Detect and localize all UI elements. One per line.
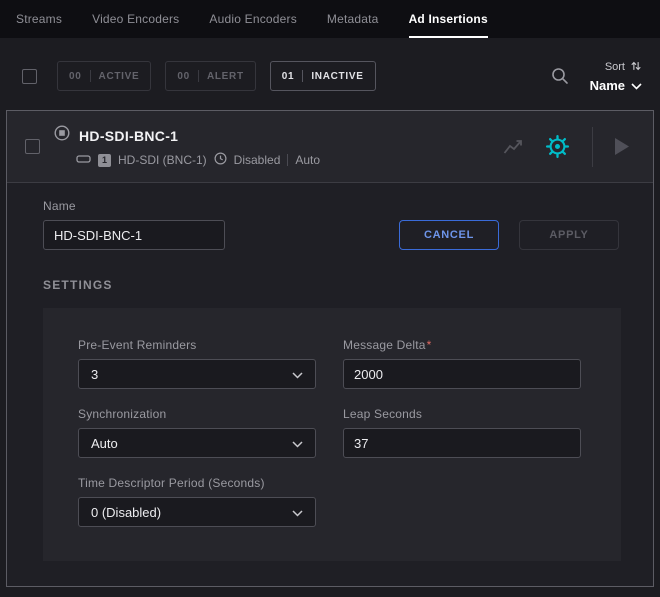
filter-divider [198,70,199,82]
settings-heading: SETTINGS [43,278,619,292]
toolbar-right: Sort Name [550,60,642,93]
filter-alert-count: 00 [177,71,190,82]
chevron-down-icon [292,436,303,451]
pre-event-reminders-label: Pre-Event Reminders [78,338,316,352]
time-descriptor-period-label: Time Descriptor Period (Seconds) [78,476,316,490]
tab-ad-insertions[interactable]: Ad Insertions [409,0,488,38]
tab-audio-encoders[interactable]: Audio Encoders [209,0,297,38]
port-count-badge: 1 [98,154,111,167]
filter-divider [302,70,303,82]
filter-divider [90,70,91,82]
stream-interface: HD-SDI (BNC-1) [118,153,207,167]
time-descriptor-period-field: Time Descriptor Period (Seconds) 0 (Disa… [78,476,316,527]
gear-icon[interactable] [545,134,570,159]
search-icon[interactable] [550,66,570,86]
message-delta-input[interactable] [343,359,581,389]
stream-status: Disabled [234,153,281,167]
filter-inactive-button[interactable]: 01 INACTIVE [270,61,376,91]
stream-card-body: Name CANCEL APPLY SETTINGS Pre-Event Rem… [7,183,653,561]
stream-card-header: HD-SDI-BNC-1 1 HD-SDI (BNC-1) [7,111,653,183]
leap-seconds-field: Leap Seconds [343,407,581,458]
filter-active-label: ACTIVE [99,71,140,82]
leap-seconds-label: Leap Seconds [343,407,581,421]
name-label: Name [43,199,225,213]
tab-streams[interactable]: Streams [16,0,62,38]
chevron-down-icon [292,367,303,382]
pre-event-reminders-select[interactable]: 3 [78,359,316,389]
synchronization-select[interactable]: Auto [78,428,316,458]
synchronization-label: Synchronization [78,407,316,421]
tab-metadata[interactable]: Metadata [327,0,379,38]
time-descriptor-period-select[interactable]: 0 (Disabled) [78,497,316,527]
chart-icon[interactable] [503,138,523,156]
card-header-actions [503,127,629,167]
sort-label: Sort [605,61,625,73]
filter-active-count: 00 [69,71,82,82]
stream-title: HD-SDI-BNC-1 [79,128,178,144]
filter-inactive-label: INACTIVE [311,71,363,82]
synchronization-field: Synchronization Auto [78,407,316,458]
pre-event-reminders-field: Pre-Event Reminders 3 [78,338,316,389]
top-nav: Streams Video Encoders Audio Encoders Me… [0,0,660,38]
name-row: Name CANCEL APPLY [43,199,619,250]
form-actions: CANCEL APPLY [399,220,619,250]
pre-event-reminders-value: 3 [91,367,98,382]
port-icon [76,153,91,167]
synchronization-value: Auto [91,436,118,451]
stream-card: HD-SDI-BNC-1 1 HD-SDI (BNC-1) [6,110,654,587]
chevron-down-icon [631,78,642,93]
sort-value: Name [590,78,625,93]
filter-active-button[interactable]: 00 ACTIVE [57,61,151,91]
required-mark: * [427,338,432,352]
stopped-status-icon [54,125,70,146]
header-actions-divider [592,127,593,167]
filter-inactive-count: 01 [282,71,295,82]
clock-icon [214,152,227,168]
card-select-checkbox[interactable] [25,139,40,154]
toolbar: 00 ACTIVE 00 ALERT 01 INACTIVE Sort [0,48,660,104]
chevron-down-icon [292,505,303,520]
filter-alert-label: ALERT [207,71,244,82]
card-title-block: HD-SDI-BNC-1 1 HD-SDI (BNC-1) [54,125,320,168]
time-descriptor-period-value: 0 (Disabled) [91,505,161,520]
sort-arrows-icon [630,60,642,75]
select-all-checkbox[interactable] [22,69,37,84]
sort-control[interactable]: Sort Name [590,60,642,93]
leap-seconds-input[interactable] [343,428,581,458]
subtitle-divider [287,154,288,166]
message-delta-label: Message Delta [343,338,426,352]
apply-button[interactable]: APPLY [519,220,619,250]
name-input[interactable] [43,220,225,250]
settings-panel: Pre-Event Reminders 3 Message Delta* [43,308,621,561]
stream-mode: Auto [295,153,320,167]
play-icon[interactable] [615,138,629,155]
filter-alert-button[interactable]: 00 ALERT [165,61,255,91]
message-delta-field: Message Delta* [343,338,581,389]
cancel-button[interactable]: CANCEL [399,220,499,250]
ad-insertions-page: Streams Video Encoders Audio Encoders Me… [0,0,660,587]
tab-video-encoders[interactable]: Video Encoders [92,0,179,38]
